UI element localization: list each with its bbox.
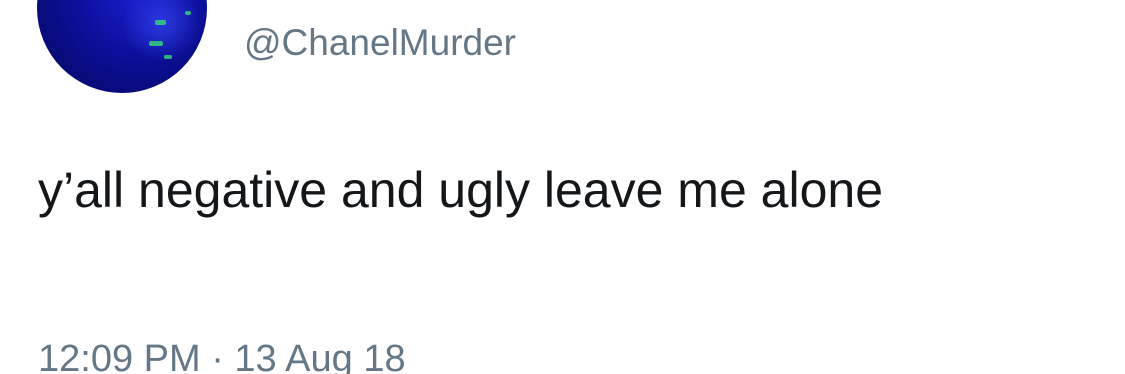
avatar-detail xyxy=(149,41,163,46)
avatar-detail xyxy=(164,55,172,59)
avatar-detail xyxy=(155,20,166,25)
display-name[interactable] xyxy=(246,0,626,2)
avatar-detail xyxy=(185,11,191,15)
tweet-timestamp[interactable]: 12:09 PM · 13 Aug 18 xyxy=(38,338,406,374)
avatar[interactable] xyxy=(37,0,207,93)
avatar-glow xyxy=(122,0,202,63)
tweet-card: @ChanelMurder y’all negative and ugly le… xyxy=(0,0,1125,374)
user-handle[interactable]: @ChanelMurder xyxy=(244,22,516,64)
tweet-text: y’all negative and ugly leave me alone xyxy=(38,162,883,218)
